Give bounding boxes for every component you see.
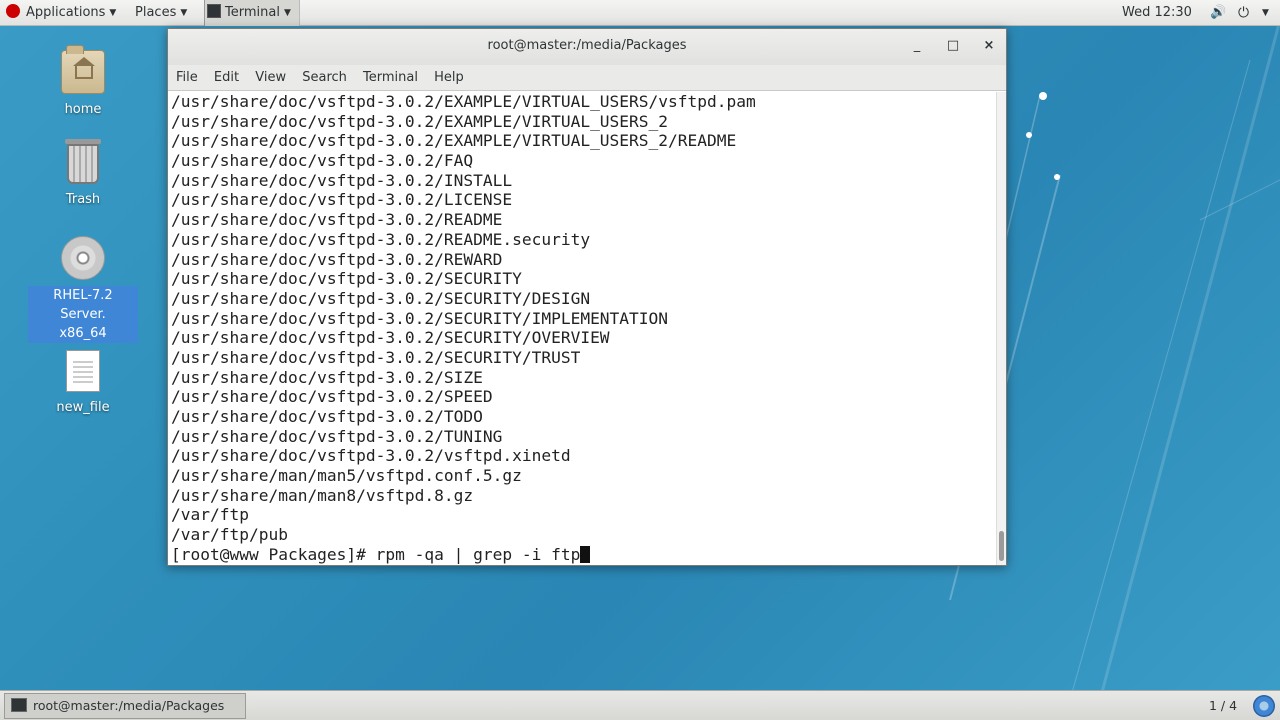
terminal-output-line: /usr/share/doc/vsftpd-3.0.2/FAQ — [171, 151, 474, 171]
terminal-app-label: Terminal — [225, 5, 280, 20]
terminal-output-line: /usr/share/doc/vsftpd-3.0.2/vsftpd.xinet… — [171, 446, 571, 466]
desktop-icon-rhel-disc[interactable]: RHEL-7.2 Server. x86_64 — [28, 236, 138, 343]
chevron-down-icon: ▼ — [109, 8, 117, 18]
file-icon — [66, 350, 100, 392]
terminal-output-line: /usr/share/doc/vsftpd-3.0.2/TUNING — [171, 426, 503, 446]
terminal-output-line: /var/ftp — [171, 505, 249, 525]
places-label: Places — [135, 5, 177, 20]
command-input[interactable]: rpm -qa | grep -i ftp — [376, 545, 581, 564]
menu-search[interactable]: Search — [302, 65, 347, 91]
terminal-output-line: /var/ftp/pub — [171, 525, 288, 545]
window-title: root@master:/media/Packages — [487, 38, 687, 53]
scrollbar[interactable] — [996, 92, 1006, 565]
desktop-icon-new-file[interactable]: new_file — [28, 350, 138, 417]
maximize-button[interactable]: □ — [938, 29, 968, 63]
terminal-output-line: /usr/share/doc/vsftpd-3.0.2/SECURITY/OVE… — [171, 328, 610, 348]
terminal-output-line: /usr/share/man/man5/vsftpd.conf.5.gz — [171, 466, 522, 486]
notification-icon[interactable] — [1253, 695, 1275, 717]
terminal-output-line: /usr/share/doc/vsftpd-3.0.2/EXAMPLE/VIRT… — [171, 92, 756, 111]
terminal-icon — [207, 4, 221, 18]
terminal-output-line: /usr/share/man/man8/vsftpd.8.gz — [171, 485, 474, 505]
desktop-icon-label: RHEL-7.2 Server. x86_64 — [28, 286, 138, 343]
menu-edit[interactable]: Edit — [214, 65, 239, 91]
desktop-icon-trash[interactable]: Trash — [28, 139, 138, 209]
power-icon[interactable]: ⏻ — [1238, 0, 1249, 26]
taskbar-window-label: root@master:/media/Packages — [33, 698, 225, 713]
chevron-down-icon: ▼ — [283, 8, 291, 18]
menu-file[interactable]: File — [176, 65, 198, 91]
terminal-app-menu[interactable]: Terminal ▼ — [204, 0, 300, 26]
terminal-output-line: /usr/share/doc/vsftpd-3.0.2/SIZE — [171, 367, 483, 387]
redhat-logo-icon — [6, 4, 20, 18]
terminal-output-line: /usr/share/doc/vsftpd-3.0.2/TODO — [171, 407, 483, 426]
menu-terminal[interactable]: Terminal — [363, 65, 418, 91]
scroll-thumb[interactable] — [999, 531, 1004, 561]
volume-icon[interactable]: 🔊 — [1210, 0, 1226, 26]
places-menu[interactable]: Places ▼ — [135, 0, 187, 26]
text-cursor — [580, 545, 591, 563]
terminal-output-line: /usr/share/doc/vsftpd-3.0.2/EXAMPLE/VIRT… — [171, 111, 669, 131]
desktop-icon-label: new_file — [56, 400, 110, 415]
window-titlebar[interactable]: root@master:/media/Packages _ □ × — [168, 29, 1006, 65]
taskbar-window-button[interactable]: root@master:/media/Packages — [4, 693, 246, 719]
chevron-down-icon[interactable]: ▼ — [1258, 0, 1269, 26]
home-folder-icon — [61, 45, 105, 94]
terminal-window: root@master:/media/Packages _ □ × File E… — [167, 28, 1007, 566]
terminal-output-line: /usr/share/doc/vsftpd-3.0.2/SECURITY/TRU… — [171, 347, 581, 367]
terminal-output-line: /usr/share/doc/vsftpd-3.0.2/SECURITY — [171, 269, 522, 289]
top-panel: Applications ▼ Places ▼ Terminal ▼ Wed 12:3… — [0, 0, 1280, 26]
menu-bar: File Edit View Search Terminal Help — [168, 65, 1006, 91]
chevron-down-icon: ▼ — [180, 8, 188, 18]
prompt-line[interactable]: [root@www Packages]# rpm -qa | grep -i f… — [171, 545, 996, 565]
minimize-button[interactable]: _ — [902, 29, 932, 63]
bottom-panel: root@master:/media/Packages 1 / 4 — [0, 690, 1280, 720]
desktop-icon-label: Trash — [65, 192, 101, 207]
applications-menu[interactable]: Applications ▼ — [6, 0, 116, 26]
terminal-output-line: /usr/share/doc/vsftpd-3.0.2/SPEED — [171, 387, 493, 407]
applications-label: Applications — [26, 5, 106, 20]
terminal-output-line: /usr/share/doc/vsftpd-3.0.2/README.secur… — [171, 229, 591, 249]
terminal-output-line: /usr/share/doc/vsftpd-3.0.2/README — [171, 210, 503, 230]
terminal-icon — [11, 698, 27, 712]
menu-help[interactable]: Help — [434, 65, 464, 91]
disc-label-line1: RHEL-7.2 Server. — [53, 288, 113, 322]
desktop-icon-label: home — [64, 102, 102, 117]
close-button[interactable]: × — [974, 29, 1004, 63]
disc-icon — [61, 236, 105, 280]
trash-icon — [65, 139, 101, 184]
terminal-output[interactable]: /usr/share/doc/vsftpd-3.0.2/EXAMPLE/VIRT… — [168, 92, 996, 565]
terminal-output-line: /usr/share/doc/vsftpd-3.0.2/REWARD — [171, 249, 503, 269]
clock[interactable]: Wed 12:30 — [1122, 0, 1192, 26]
shell-prompt: [root@www Packages]# — [171, 544, 376, 564]
workspace-indicator[interactable]: 1 / 4 — [1200, 693, 1246, 719]
terminal-output-line: /usr/share/doc/vsftpd-3.0.2/SECURITY/DES… — [171, 288, 591, 308]
terminal-output-line: /usr/share/doc/vsftpd-3.0.2/EXAMPLE/VIRT… — [171, 131, 737, 151]
terminal-output-line: /usr/share/doc/vsftpd-3.0.2/SECURITY/IMP… — [171, 308, 669, 328]
desktop-icon-home[interactable]: home — [28, 45, 138, 119]
terminal-output-line: /usr/share/doc/vsftpd-3.0.2/LICENSE — [171, 190, 513, 210]
terminal-output-line: /usr/share/doc/vsftpd-3.0.2/INSTALL — [171, 170, 513, 190]
disc-label-line2: x86_64 — [59, 326, 107, 341]
menu-view[interactable]: View — [255, 65, 286, 91]
